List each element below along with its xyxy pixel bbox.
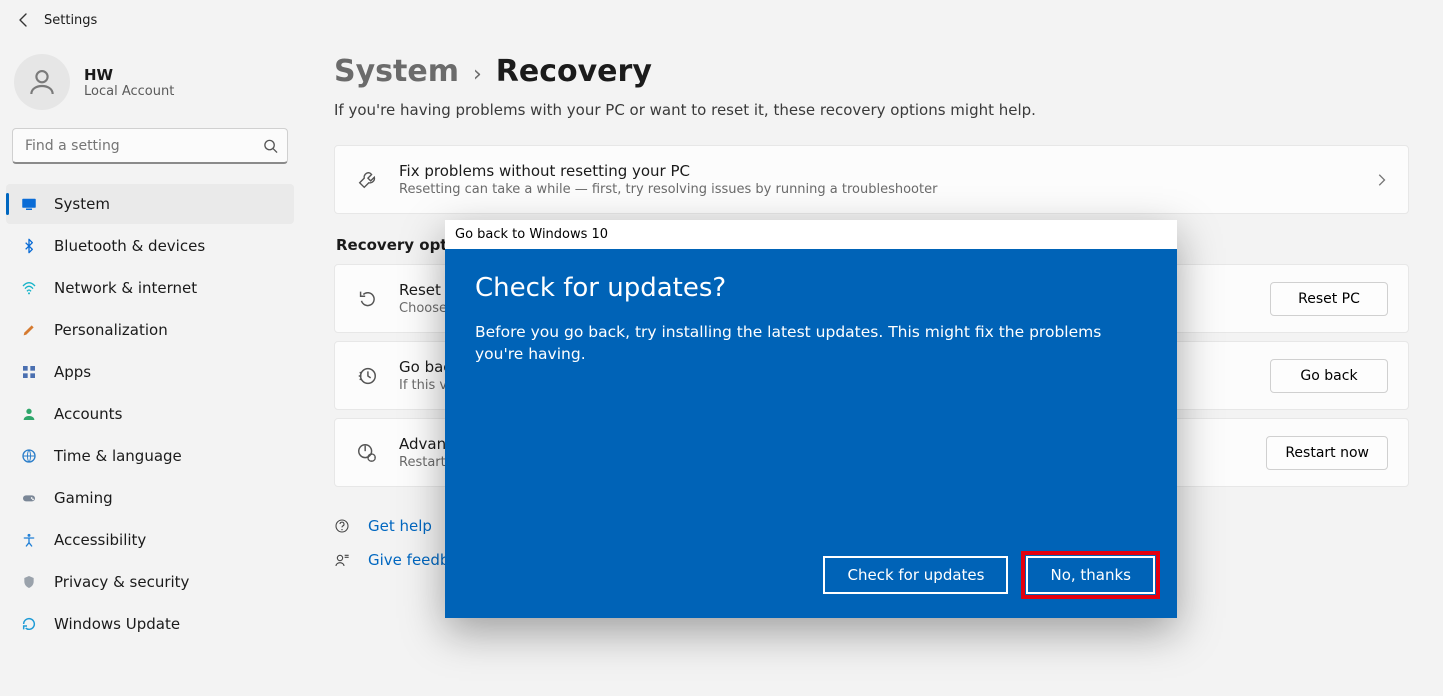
sidebar-item-privacy[interactable]: Privacy & security [6,562,294,602]
sidebar-item-label: Gaming [54,489,113,507]
sidebar-item-accounts[interactable]: Accounts [6,394,294,434]
card-title: Fix problems without resetting your PC [399,162,1354,180]
search-icon [263,139,278,154]
history-icon [355,365,379,387]
apps-icon [20,363,38,381]
help-icon [334,518,352,534]
sidebar-item-label: Privacy & security [54,573,189,591]
sidebar-item-apps[interactable]: Apps [6,352,294,392]
go-back-dialog: Go back to Windows 10 Check for updates?… [445,220,1177,618]
account-icon [20,405,38,423]
page-subtitle: If you're having problems with your PC o… [334,101,1409,119]
link-label: Get help [368,517,432,535]
sidebar-item-label: Accounts [54,405,122,423]
sidebar-item-system[interactable]: System [6,184,294,224]
sidebar-item-label: Network & internet [54,279,197,297]
profile-block[interactable]: HW Local Account [6,48,294,128]
reset-pc-button[interactable]: Reset PC [1270,282,1388,316]
sidebar-item-network[interactable]: Network & internet [6,268,294,308]
shield-icon [20,573,38,591]
chevron-right-icon: › [473,62,482,87]
go-back-button[interactable]: Go back [1270,359,1388,393]
globe-icon [20,447,38,465]
accessibility-icon [20,531,38,549]
sidebar-item-accessibility[interactable]: Accessibility [6,520,294,560]
sidebar-item-label: Bluetooth & devices [54,237,205,255]
update-icon [20,615,38,633]
wrench-icon [355,169,379,191]
window-title: Settings [44,13,97,28]
feedback-icon [334,552,352,568]
brush-icon [20,321,38,339]
sidebar-item-time-language[interactable]: Time & language [6,436,294,476]
no-thanks-button[interactable]: No, thanks [1026,556,1155,594]
sidebar-item-label: Apps [54,363,91,381]
sidebar-item-label: Windows Update [54,615,180,633]
breadcrumb-parent[interactable]: System [334,54,459,89]
sidebar-item-windows-update[interactable]: Windows Update [6,604,294,644]
profile-name: HW [84,66,174,84]
window-titlebar: Settings [0,0,1443,40]
sidebar-item-label: System [54,195,110,213]
card-desc: Resetting can take a while — first, try … [399,182,1354,197]
person-icon [26,66,58,98]
sidebar-item-gaming[interactable]: Gaming [6,478,294,518]
search-input[interactable] [12,128,288,164]
fix-problems-card[interactable]: Fix problems without resetting your PC R… [334,145,1409,214]
back-button[interactable] [10,6,38,34]
nav: System Bluetooth & devices Network & int… [6,184,294,644]
sidebar-item-bluetooth[interactable]: Bluetooth & devices [6,226,294,266]
sidebar-item-personalization[interactable]: Personalization [6,310,294,350]
sidebar: HW Local Account System Bluetooth & devi… [0,40,300,696]
bluetooth-icon [20,237,38,255]
gaming-icon [20,489,38,507]
sidebar-item-label: Personalization [54,321,168,339]
arrow-left-icon [16,12,32,28]
breadcrumb: System › Recovery [334,54,1409,89]
network-icon [20,279,38,297]
check-for-updates-button[interactable]: Check for updates [823,556,1008,594]
chevron-right-icon [1374,173,1388,187]
power-gear-icon [355,442,379,464]
profile-sub: Local Account [84,84,174,99]
dialog-body: Before you go back, try installing the l… [475,321,1115,366]
sidebar-item-label: Accessibility [54,531,146,549]
display-icon [20,195,38,213]
dialog-heading: Check for updates? [475,273,1147,303]
dialog-titlebar: Go back to Windows 10 [445,220,1177,249]
search-box [12,128,288,164]
avatar [14,54,70,110]
page-title: Recovery [496,54,652,89]
sidebar-item-label: Time & language [54,447,182,465]
restart-now-button[interactable]: Restart now [1266,436,1388,470]
reset-icon [355,288,379,310]
